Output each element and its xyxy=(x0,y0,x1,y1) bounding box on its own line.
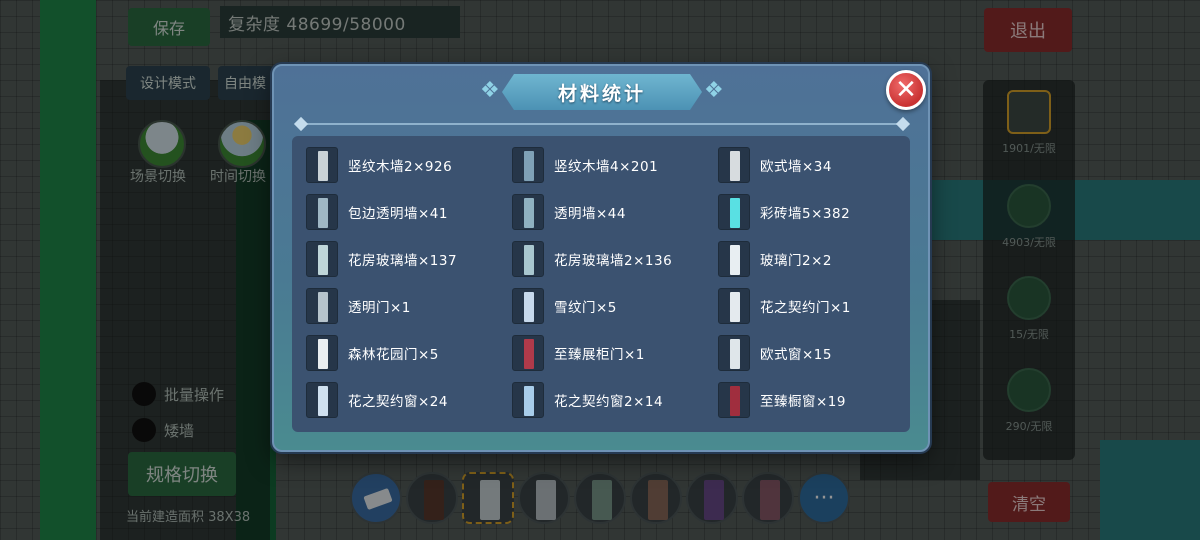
material-swatch xyxy=(524,385,534,416)
material-swatch xyxy=(730,385,740,416)
material-label: 彩砖墙5×382 xyxy=(760,205,851,222)
supreme-showcase-window-icon xyxy=(718,381,750,418)
material-item: 欧式墙×34 xyxy=(704,141,910,188)
divider-ornament-icon xyxy=(895,116,911,132)
transparent-wall-icon xyxy=(512,193,544,230)
european-wall-icon xyxy=(718,146,750,183)
colored-brick-wall-icon xyxy=(718,193,750,230)
material-item: 彩砖墙5×382 xyxy=(704,188,910,235)
material-label: 雪纹门×5 xyxy=(554,299,617,316)
material-item: 花之契约窗×24 xyxy=(292,376,498,423)
material-label: 竖纹木墙2×926 xyxy=(348,158,453,175)
material-swatch xyxy=(730,244,740,275)
supreme-display-door-icon xyxy=(512,334,544,371)
title-banner: 材料统计 xyxy=(502,74,702,110)
close-icon: ✕ xyxy=(895,75,917,105)
material-swatch xyxy=(524,338,534,369)
material-label: 透明门×1 xyxy=(348,299,411,316)
material-label: 花之契约窗2×14 xyxy=(554,393,664,410)
material-item: 透明墙×44 xyxy=(498,188,704,235)
glass-door-icon xyxy=(718,240,750,277)
material-swatch xyxy=(318,244,328,275)
material-swatch xyxy=(318,338,328,369)
material-label: 森林花园门×5 xyxy=(348,346,439,363)
material-item: 花之契约门×1 xyxy=(704,282,910,329)
material-swatch xyxy=(730,150,740,181)
material-label: 欧式窗×15 xyxy=(760,346,832,363)
divider-ornament-icon xyxy=(293,116,309,132)
material-item: 至臻橱窗×19 xyxy=(704,376,910,423)
material-item: 玻璃门2×2 xyxy=(704,235,910,282)
material-swatch xyxy=(524,197,534,228)
material-item: 雪纹门×5 xyxy=(498,282,704,329)
material-item: 透明门×1 xyxy=(292,282,498,329)
material-swatch xyxy=(524,291,534,322)
material-item: 花房玻璃墙×137 xyxy=(292,235,498,282)
flower-contract-window-icon xyxy=(306,381,338,418)
material-label: 花之契约门×1 xyxy=(760,299,851,316)
dialog-title: 材料统计 xyxy=(557,82,646,105)
vertical-wood-wall-icon xyxy=(512,146,544,183)
material-item: 至臻展柜门×1 xyxy=(498,329,704,376)
material-label: 欧式墙×34 xyxy=(760,158,832,175)
material-item: 竖纹木墙4×201 xyxy=(498,141,704,188)
snow-pattern-door-icon xyxy=(512,287,544,324)
material-item: 包边透明墙×41 xyxy=(292,188,498,235)
forest-garden-door-icon xyxy=(306,334,338,371)
material-stats-dialog: ❖ 材料统计 ❖ ✕ 竖纹木墙2×926 竖纹木墙4×201 欧式墙×34 包边透明墙… xyxy=(272,64,930,452)
greenhouse-glass-wall-icon xyxy=(512,240,544,277)
material-swatch xyxy=(730,197,740,228)
close-button[interactable]: ✕ xyxy=(886,70,926,110)
material-label: 至臻橱窗×19 xyxy=(760,393,846,410)
material-swatch xyxy=(524,244,534,275)
european-window-icon xyxy=(718,334,750,371)
material-item: 竖纹木墙2×926 xyxy=(292,141,498,188)
material-item: 欧式窗×15 xyxy=(704,329,910,376)
material-swatch xyxy=(318,150,328,181)
material-swatch xyxy=(730,338,740,369)
material-label: 透明墙×44 xyxy=(554,205,626,222)
divider xyxy=(298,123,906,125)
material-label: 花之契约窗×24 xyxy=(348,393,448,410)
material-swatch xyxy=(524,150,534,181)
material-swatch xyxy=(730,291,740,322)
material-swatch xyxy=(318,291,328,322)
material-list: 竖纹木墙2×926 竖纹木墙4×201 欧式墙×34 包边透明墙×41 透明墙×44 彩砖… xyxy=(292,136,910,432)
material-label: 玻璃门2×2 xyxy=(760,252,832,269)
material-item: 花之契约窗2×14 xyxy=(498,376,704,423)
vertical-wood-wall-icon xyxy=(306,146,338,183)
right-flourish-icon: ❖ xyxy=(704,78,724,103)
flower-contract-window-icon xyxy=(512,381,544,418)
material-item: 森林花园门×5 xyxy=(292,329,498,376)
edged-transparent-wall-icon xyxy=(306,193,338,230)
material-item: 花房玻璃墙2×136 xyxy=(498,235,704,282)
material-label: 至臻展柜门×1 xyxy=(554,346,645,363)
flower-contract-door-icon xyxy=(718,287,750,324)
greenhouse-glass-wall-icon xyxy=(306,240,338,277)
material-swatch xyxy=(318,385,328,416)
material-label: 竖纹木墙4×201 xyxy=(554,158,659,175)
material-label: 花房玻璃墙×137 xyxy=(348,252,458,269)
transparent-door-icon xyxy=(306,287,338,324)
left-flourish-icon: ❖ xyxy=(480,78,500,103)
material-label: 包边透明墙×41 xyxy=(348,205,448,222)
material-swatch xyxy=(318,197,328,228)
material-label: 花房玻璃墙2×136 xyxy=(554,252,673,269)
